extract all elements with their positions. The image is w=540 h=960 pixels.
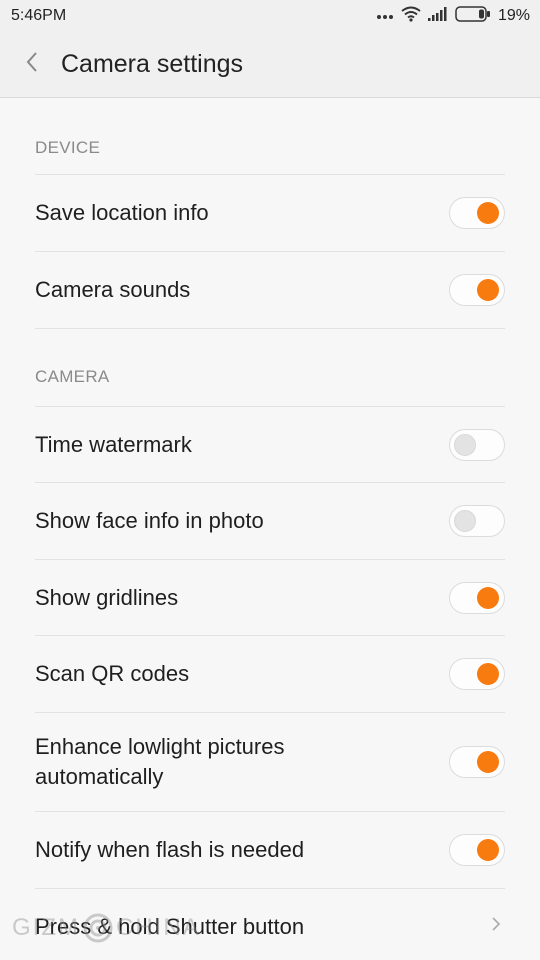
settings-list: DEVICE Save location info Camera sounds … xyxy=(0,98,540,960)
setting-row-flash-notify[interactable]: Notify when flash is needed xyxy=(35,811,505,888)
status-bar: 5:46PM 19% xyxy=(0,0,540,32)
setting-label: Time watermark xyxy=(35,431,192,457)
toggle-knob xyxy=(477,202,499,224)
watermark-logo-icon xyxy=(83,913,113,943)
setting-row-gridlines[interactable]: Show gridlines xyxy=(35,559,505,635)
scan-qr-toggle[interactable] xyxy=(449,658,505,690)
flash-notify-toggle[interactable] xyxy=(449,834,505,866)
more-dots-icon xyxy=(376,7,394,25)
app-bar: Camera settings xyxy=(0,32,540,98)
setting-label: Save location info xyxy=(35,200,209,225)
battery-icon xyxy=(455,5,491,27)
setting-row-lowlight[interactable]: Enhance lowlight pictures automatically xyxy=(35,712,505,811)
setting-label-block: Enhance lowlight pictures automatically xyxy=(35,732,284,792)
time-watermark-toggle[interactable] xyxy=(449,428,505,461)
setting-label: Enhance lowlight pictures xyxy=(35,734,285,759)
battery-percent: 19% xyxy=(497,7,530,24)
setting-label: Show face info in photo xyxy=(35,508,264,533)
section-header-camera: CAMERA xyxy=(35,328,505,406)
section-header-device: DEVICE xyxy=(35,138,101,157)
setting-label: Camera sounds xyxy=(35,277,191,302)
toggle-knob xyxy=(454,510,476,532)
save-location-toggle[interactable] xyxy=(449,197,505,229)
signal-icon xyxy=(427,6,448,26)
wifi-icon xyxy=(401,6,421,27)
setting-row-camera-sounds[interactable]: Camera sounds xyxy=(35,251,505,328)
camera-sounds-toggle[interactable] xyxy=(449,274,505,306)
lowlight-toggle[interactable] xyxy=(449,746,505,778)
setting-row-face-info[interactable]: Show face info in photo xyxy=(35,482,505,559)
toggle-knob xyxy=(477,751,499,773)
status-time: 5:46PM xyxy=(11,7,67,24)
setting-row-time-watermark[interactable]: Time watermark xyxy=(35,406,505,482)
setting-label-line2: automatically xyxy=(35,764,164,789)
toggle-knob xyxy=(477,279,499,301)
back-chevron-icon xyxy=(25,51,39,78)
setting-row-scan-qr[interactable]: Scan QR codes xyxy=(35,635,505,712)
setting-row-save-location[interactable]: Save location info xyxy=(35,174,505,251)
toggle-knob xyxy=(454,433,476,456)
setting-label: Notify when flash is needed xyxy=(35,837,305,862)
page-title: Camera settings xyxy=(61,50,244,78)
toggle-knob xyxy=(477,663,499,685)
chevron-right-icon xyxy=(491,916,501,937)
toggle-knob xyxy=(477,839,499,861)
setting-label: Scan QR codes xyxy=(35,661,190,686)
status-icons: 19% xyxy=(376,5,530,27)
watermark-text-right: CHINA xyxy=(116,914,201,941)
back-button[interactable] xyxy=(2,32,62,98)
face-info-toggle[interactable] xyxy=(449,505,505,537)
gridlines-toggle[interactable] xyxy=(449,581,505,614)
watermark-text-left: GIZM xyxy=(12,914,80,941)
setting-label: Show gridlines xyxy=(35,584,179,610)
gizmochina-watermark: GIZM CHINA xyxy=(12,904,201,952)
toggle-knob xyxy=(477,586,499,609)
